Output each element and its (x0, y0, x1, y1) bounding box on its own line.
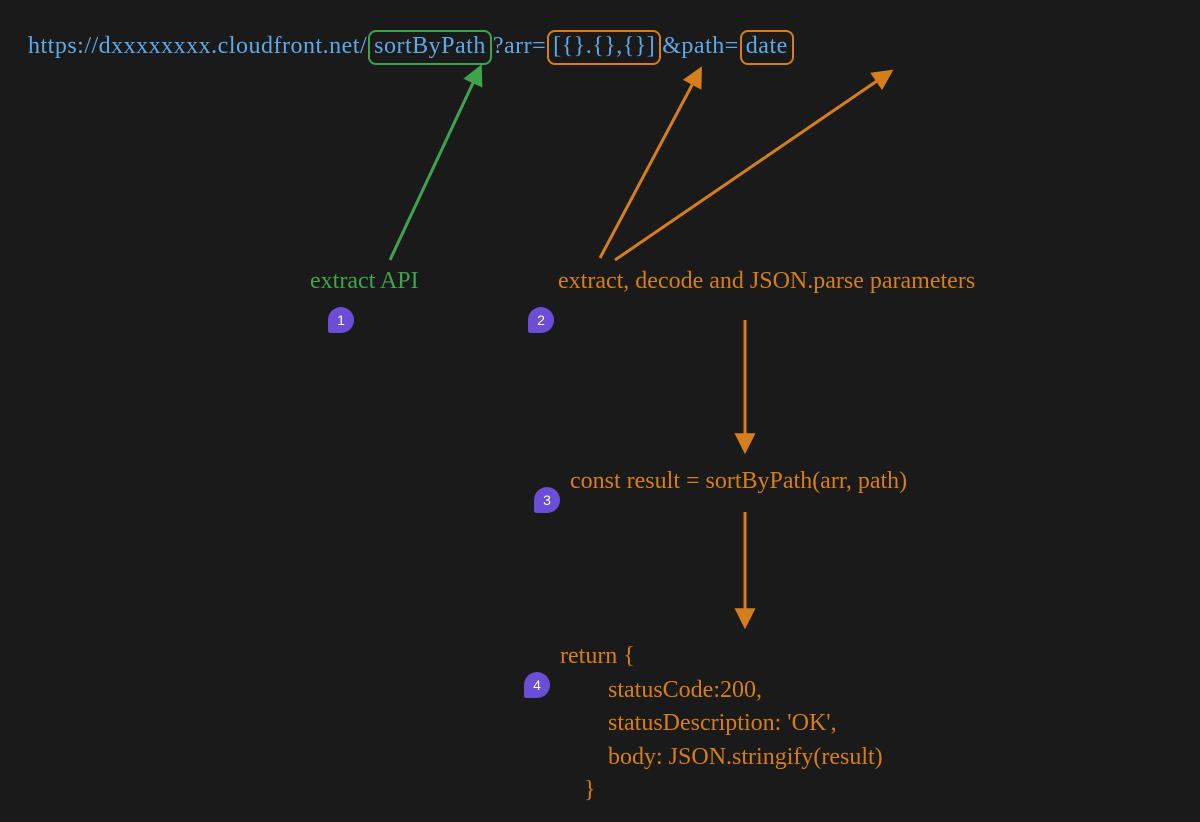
step3-num: 3 (543, 492, 551, 508)
step1-label: extract API (310, 268, 419, 295)
step4-code: return { statusCode:200, statusDescripti… (560, 640, 883, 808)
arrow-step1 (390, 68, 480, 260)
url-line: https://dxxxxxxxx.cloudfront.net/sortByP… (28, 30, 795, 65)
step2-badge: 2 (528, 307, 554, 333)
step2-label: extract, decode and JSON.parse parameter… (558, 268, 975, 295)
step1-num: 1 (337, 312, 345, 328)
step1-badge: 1 (328, 307, 354, 333)
step4-num: 4 (533, 677, 541, 693)
url-api-segment: sortByPath (368, 30, 492, 65)
url-param-arr: [{}.{},{}] (547, 30, 661, 65)
arrow-step2-left (600, 70, 700, 258)
step3-badge: 3 (534, 487, 560, 513)
step4-badge: 4 (524, 672, 550, 698)
url-param-path: date (740, 30, 794, 65)
url-prefix: https://dxxxxxxxx.cloudfront.net/ (28, 33, 367, 59)
step3-label: const result = sortByPath(arr, path) (570, 468, 907, 495)
step2-num: 2 (537, 312, 545, 328)
url-query-prefix: ?arr= (493, 33, 546, 59)
url-query-mid: &path= (662, 33, 739, 59)
arrow-step2-right (615, 72, 890, 260)
